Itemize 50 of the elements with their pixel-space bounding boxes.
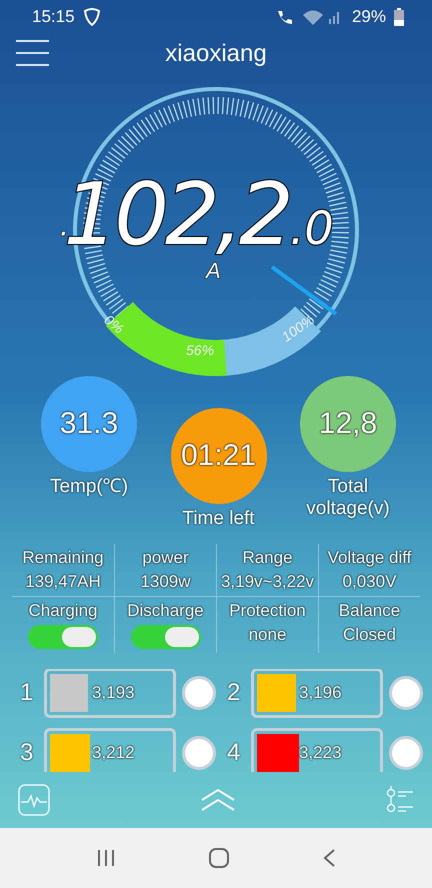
stat-value: 1309w <box>140 572 191 592</box>
stat-value: 0,030V <box>342 572 396 592</box>
cell-number: 1 <box>20 679 34 707</box>
stat-label: Range <box>242 548 293 568</box>
stat-label: Voltage diff <box>328 548 412 568</box>
reading-circle: 12,8 <box>300 376 396 472</box>
cell-voltage: 3,212 <box>92 743 135 763</box>
control-label: Balance <box>338 601 400 621</box>
reading-circle: 31.3 <box>41 376 137 472</box>
reading-circle: 01:21 <box>170 408 266 504</box>
stat-value: 3,19v~3,22v <box>220 572 314 592</box>
home-button[interactable] <box>209 848 229 868</box>
percent-label: 0% <box>101 311 127 337</box>
toggle-switch[interactable] <box>28 625 98 649</box>
reading-label: Time left <box>182 508 255 530</box>
cell-voltage: 3,223 <box>299 743 342 763</box>
shield-icon <box>82 8 101 26</box>
reading-label: Temp(℃) <box>50 476 128 498</box>
needle <box>270 265 338 316</box>
battery-icon <box>394 8 404 26</box>
control-label: Discharge <box>127 601 204 621</box>
recent-apps-button[interactable] <box>97 849 115 867</box>
toggle-switch[interactable] <box>130 625 200 649</box>
double-chevron-up-icon[interactable] <box>201 788 235 812</box>
timeline-icon[interactable] <box>386 786 414 814</box>
cell-voltage: 3,193 <box>92 683 135 703</box>
cell-number: 4 <box>227 739 242 767</box>
back-button[interactable] <box>323 849 335 867</box>
control-label: Protection <box>229 601 306 621</box>
battery-percent: 29% <box>352 7 386 27</box>
stat-label: Remaining <box>22 548 104 568</box>
current-unit: A <box>206 258 221 284</box>
cell-number: 2 <box>227 679 242 707</box>
app-title: xiaoxiang <box>165 40 267 68</box>
chart-icon[interactable] <box>18 784 50 816</box>
cell-voltage: 3,196 <box>299 683 342 703</box>
status-value: none <box>248 625 286 645</box>
cell-indicator <box>389 736 423 770</box>
menu-button[interactable] <box>16 40 49 66</box>
cell-indicator <box>389 676 423 710</box>
status-time: 15:15 <box>32 7 75 27</box>
control-label: Charging <box>28 601 98 621</box>
percent-label: 56% <box>186 342 214 358</box>
stat-label: power <box>142 548 189 568</box>
cell-number: 3 <box>20 739 34 767</box>
cell-indicator <box>182 736 216 770</box>
cell-indicator <box>182 676 216 710</box>
status-value: Closed <box>343 625 396 645</box>
stat-value: 139,47AH <box>25 572 101 592</box>
reading-label: Total voltage(v) <box>305 476 391 520</box>
